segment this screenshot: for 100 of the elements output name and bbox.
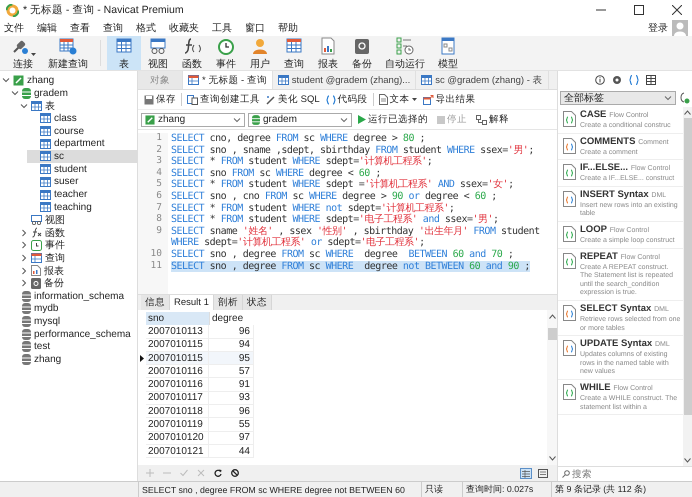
tree-item[interactable]: mydb	[9, 302, 137, 316]
document-tab[interactable]: * 无标题 - 查询	[183, 71, 273, 89]
scrollbar[interactable]	[547, 310, 557, 465]
toolbar-button[interactable]: 美化 SQL	[263, 93, 323, 106]
scroll-up-icon[interactable]	[548, 314, 556, 319]
braces-icon[interactable]	[628, 74, 640, 86]
tag-select[interactable]: 全部标签	[560, 91, 676, 105]
tree-item[interactable]: 查询	[18, 252, 137, 264]
toolbar-button[interactable]: 保存	[141, 93, 179, 106]
line-number: 6	[138, 190, 168, 203]
close-icon[interactable]	[672, 5, 682, 15]
toolbar-button[interactable]: 视图	[141, 36, 175, 70]
toolbar-button[interactable]: 事件	[209, 36, 243, 70]
scrollbar-thumb[interactable]	[684, 118, 692, 415]
refresh-icon[interactable]	[679, 92, 690, 104]
scrollbar-thumb[interactable]	[548, 328, 556, 340]
result-tab[interactable]: 状态	[242, 295, 272, 310]
menu-item[interactable]: 帮助	[278, 21, 308, 35]
toolbar-button[interactable]: 连接	[4, 36, 42, 70]
info-icon[interactable]	[594, 74, 606, 86]
scroll-down-icon[interactable]	[684, 458, 691, 463]
table-cell: 2007010117	[146, 392, 209, 406]
tree-item[interactable]: zhang	[0, 74, 137, 87]
status-record: 第 9 条记录 (共 112 条)	[551, 482, 692, 497]
tree-item[interactable]: mysql	[9, 315, 137, 328]
toolbar-button[interactable]: 导出结果	[420, 93, 479, 106]
connection-select[interactable]: zhang	[141, 112, 245, 126]
run-button[interactable]: 运行已选择的	[355, 113, 431, 126]
snippet-name: UPDATE Syntax	[580, 338, 652, 350]
database-select[interactable]: gradem	[248, 112, 352, 126]
grid-view-icon[interactable]	[520, 468, 532, 478]
explain-button[interactable]: 解释	[473, 113, 512, 126]
tree-item[interactable]: suser	[27, 176, 137, 188]
tree-item[interactable]: 事件	[18, 238, 137, 252]
menu-item[interactable]: 收藏夹	[169, 21, 209, 35]
result-tab[interactable]: 剖析	[214, 295, 243, 310]
document-tab[interactable]: student @gradem (zhang)...	[272, 71, 416, 89]
tree-item[interactable]: 报表	[18, 264, 137, 277]
record-icon[interactable]	[610, 74, 622, 86]
stop-circle-icon[interactable]	[231, 469, 239, 477]
tree-item[interactable]: performance_schema	[9, 328, 137, 340]
tree-item[interactable]: class	[27, 112, 137, 125]
tree-item[interactable]: gradem	[9, 86, 137, 100]
menu-item[interactable]: 工具	[212, 21, 242, 35]
tree-item[interactable]: student	[27, 162, 137, 176]
snippet-name: COMMENTS	[580, 136, 636, 147]
tree-item[interactable]: 表	[18, 99, 137, 112]
tree-item[interactable]: zhang	[9, 353, 137, 366]
save-icon	[144, 94, 154, 104]
menu-item[interactable]: 编辑	[37, 21, 67, 35]
code-line: SELECT * FROM student WHERE not sdept='计算机工程系';	[171, 202, 454, 214]
table-icon	[40, 202, 51, 212]
toolbar-button[interactable]: 函数	[175, 36, 209, 70]
tree-item[interactable]: test	[9, 340, 137, 354]
toolbar-button[interactable]: 代码段	[322, 93, 371, 106]
form-view-icon[interactable]	[537, 468, 549, 478]
scroll-down-icon[interactable]	[548, 456, 556, 461]
tree-item[interactable]: sc	[27, 150, 137, 163]
tree-item[interactable]: teacher	[27, 188, 137, 201]
database-icon	[22, 354, 31, 365]
search-field[interactable]: 搜索	[572, 468, 672, 480]
result-tab[interactable]: 信息	[141, 295, 170, 310]
menu-item[interactable]: 文件	[4, 21, 34, 35]
tree-item[interactable]: course	[27, 124, 137, 138]
refresh-icon[interactable]	[214, 469, 222, 477]
tree-item[interactable]: teaching	[27, 200, 137, 214]
scroll-up-icon[interactable]	[684, 110, 691, 115]
toolbar-button[interactable]: 查询创建工具	[184, 93, 263, 106]
menu-item[interactable]: 格式	[136, 21, 166, 35]
toolbar-button[interactable]: 备份	[345, 36, 379, 70]
clock-icon	[31, 240, 42, 251]
toolbar-button[interactable]: 查询	[277, 36, 311, 70]
tree-item[interactable]: 视图	[18, 214, 137, 226]
menu-item[interactable]: 窗口	[245, 21, 275, 35]
toolbar-button[interactable]: 文本	[376, 93, 420, 106]
tree-item[interactable]: 备份	[18, 277, 137, 290]
login-link[interactable]: 登录	[648, 21, 668, 35]
chevron-down-icon	[340, 116, 348, 124]
column-header[interactable]: sno	[146, 312, 209, 326]
toolbar-button[interactable]: 模型	[431, 36, 465, 70]
result-tab[interactable]: Result 1	[170, 295, 214, 310]
check-icon[interactable]	[180, 469, 188, 477]
toolbar-button[interactable]: 新建查询	[42, 36, 94, 70]
menu-item[interactable]: 查看	[70, 21, 100, 35]
tree-item[interactable]: information_schema	[9, 290, 137, 302]
menu-item[interactable]: 查询	[103, 21, 133, 35]
table-cell: 57	[209, 365, 254, 378]
document-tab[interactable]: sc @gradem (zhang) - 表	[416, 71, 549, 89]
toolbar-button[interactable]: 自动运行	[379, 36, 431, 70]
tree-item[interactable]: department	[27, 137, 137, 150]
report-icon	[31, 265, 41, 276]
column-header[interactable]: degree	[209, 312, 254, 326]
toolbar-button[interactable]: 报表	[311, 36, 345, 70]
tree-item[interactable]: 函数	[18, 226, 137, 239]
toolbar-button[interactable]: 表	[107, 36, 141, 70]
maximize-icon[interactable]	[634, 5, 644, 15]
scrollbar[interactable]	[683, 107, 692, 466]
columns-icon[interactable]	[644, 74, 656, 86]
toolbar-button[interactable]: 用户	[243, 36, 277, 70]
braces-icon	[326, 94, 336, 104]
